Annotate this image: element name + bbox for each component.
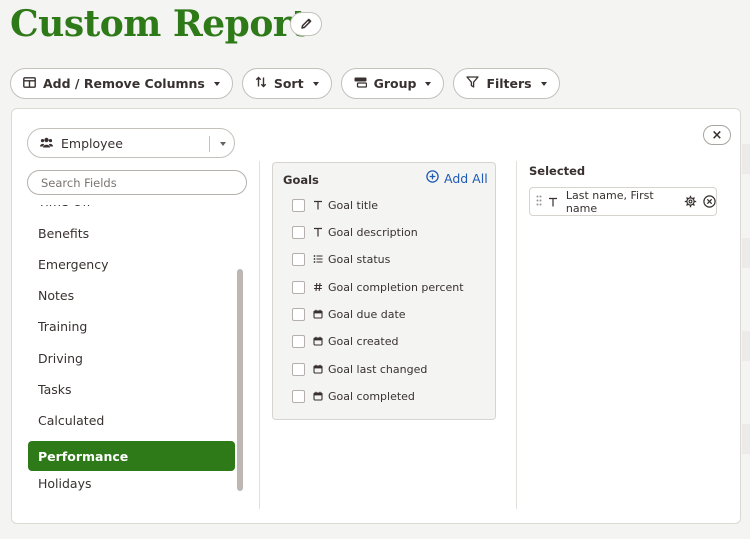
- entity-select[interactable]: Employee: [27, 128, 235, 158]
- field-label: Goal created: [328, 334, 399, 348]
- text-icon: [312, 200, 324, 210]
- field-label: Goal status: [328, 252, 391, 266]
- field-label: Goal completed: [328, 389, 415, 403]
- add-remove-columns-label: Add / Remove Columns: [43, 76, 205, 91]
- field-checkbox[interactable]: [292, 334, 305, 348]
- field-item[interactable]: Goal status: [292, 249, 390, 269]
- field-item[interactable]: Goal completed: [292, 386, 415, 406]
- category-item-training[interactable]: Training: [28, 311, 235, 341]
- field-checkbox[interactable]: [292, 280, 305, 294]
- close-button[interactable]: ×: [703, 125, 731, 145]
- background-row: [742, 424, 750, 454]
- field-item[interactable]: Goal completion percent: [292, 277, 464, 297]
- group-icon: [354, 76, 367, 91]
- calendar-icon: [312, 364, 324, 374]
- field-item[interactable]: Goal created: [292, 331, 398, 351]
- field-item[interactable]: Goal description: [292, 222, 418, 242]
- filter-icon: [466, 76, 480, 91]
- selected-field-item[interactable]: Last name, First name: [529, 187, 717, 216]
- chevron-down-icon: [220, 142, 226, 146]
- column-picker-panel: × Employee Time Off Benefits Emergency N…: [11, 108, 741, 524]
- field-checkbox[interactable]: [292, 362, 305, 376]
- column-divider: [259, 161, 260, 509]
- category-scrollbar-thumb[interactable]: [237, 269, 243, 491]
- category-item-performance[interactable]: Performance: [28, 441, 235, 471]
- field-item[interactable]: Goal last changed: [292, 359, 427, 379]
- chevron-down-icon: [425, 81, 432, 86]
- category-item-driving[interactable]: Driving: [28, 343, 235, 373]
- field-label: Goal title: [328, 198, 379, 212]
- add-all-button[interactable]: Add All: [426, 170, 488, 186]
- page-title: Custom Report: [10, 3, 308, 45]
- filters-button[interactable]: Filters: [453, 68, 560, 99]
- category-item-notes[interactable]: Notes: [28, 280, 235, 310]
- drag-handle-icon[interactable]: [536, 195, 542, 209]
- edit-title-button[interactable]: [290, 12, 322, 36]
- field-group-title: Goals: [283, 173, 319, 187]
- field-label: Goal description: [328, 225, 418, 239]
- add-all-label: Add All: [444, 170, 488, 186]
- plus-circle-icon: [426, 170, 439, 186]
- report-toolbar: Add / Remove Columns Sort Group Filters: [10, 68, 560, 99]
- category-item-tasks[interactable]: Tasks: [28, 374, 235, 404]
- search-fields-input[interactable]: [27, 170, 247, 195]
- sort-button[interactable]: Sort: [241, 68, 332, 99]
- text-icon: [548, 197, 559, 207]
- calendar-icon: [312, 309, 324, 319]
- field-group-goals: Goals Add All Goal title Goal descriptio…: [272, 162, 496, 420]
- field-label: Goal completion percent: [328, 280, 464, 294]
- category-list: Time Off Benefits Emergency Notes Traini…: [28, 205, 238, 510]
- field-checkbox[interactable]: [292, 225, 305, 239]
- category-item-holidays[interactable]: Holidays: [28, 468, 235, 498]
- select-divider: [209, 136, 210, 152]
- sort-icon: [255, 76, 267, 91]
- field-checkbox[interactable]: [292, 252, 305, 266]
- remove-circle-icon[interactable]: [703, 195, 716, 208]
- background-row: [742, 238, 750, 268]
- category-item-calculated[interactable]: Calculated: [28, 405, 235, 435]
- entity-select-value: Employee: [61, 135, 123, 151]
- gear-icon[interactable]: [684, 195, 697, 208]
- field-checkbox[interactable]: [292, 307, 305, 321]
- hash-icon: [312, 282, 324, 292]
- category-item-benefits[interactable]: Benefits: [28, 218, 235, 248]
- field-label: Goal due date: [328, 307, 406, 321]
- field-checkbox[interactable]: [292, 198, 305, 212]
- add-remove-columns-button[interactable]: Add / Remove Columns: [10, 68, 233, 99]
- category-item-emergency[interactable]: Emergency: [28, 249, 235, 279]
- group-button[interactable]: Group: [340, 68, 445, 99]
- field-item[interactable]: Goal due date: [292, 304, 406, 324]
- chevron-down-icon: [213, 81, 220, 86]
- title-row: Custom Report: [10, 2, 308, 46]
- field-label: Goal last changed: [328, 362, 428, 376]
- text-icon: [312, 227, 324, 237]
- field-item[interactable]: Goal title: [292, 195, 378, 215]
- calendar-icon: [312, 336, 324, 346]
- column-divider: [516, 161, 517, 509]
- pencil-icon: [300, 15, 313, 34]
- background-row: [742, 331, 750, 361]
- filters-label: Filters: [486, 76, 532, 91]
- category-item-time-off[interactable]: Time Off: [28, 205, 235, 216]
- chevron-down-icon: [540, 81, 547, 86]
- columns-icon: [23, 76, 36, 91]
- selected-title: Selected: [529, 164, 586, 178]
- group-label: Group: [373, 76, 417, 91]
- close-icon: ×: [711, 127, 723, 143]
- background-row: [742, 144, 750, 174]
- sort-label: Sort: [273, 76, 304, 91]
- calendar-icon: [312, 391, 324, 401]
- chevron-down-icon: [312, 81, 319, 86]
- selected-field-label: Last name, First name: [565, 188, 654, 215]
- people-icon: [40, 136, 53, 151]
- field-checkbox[interactable]: [292, 389, 305, 403]
- list-icon: [312, 254, 324, 264]
